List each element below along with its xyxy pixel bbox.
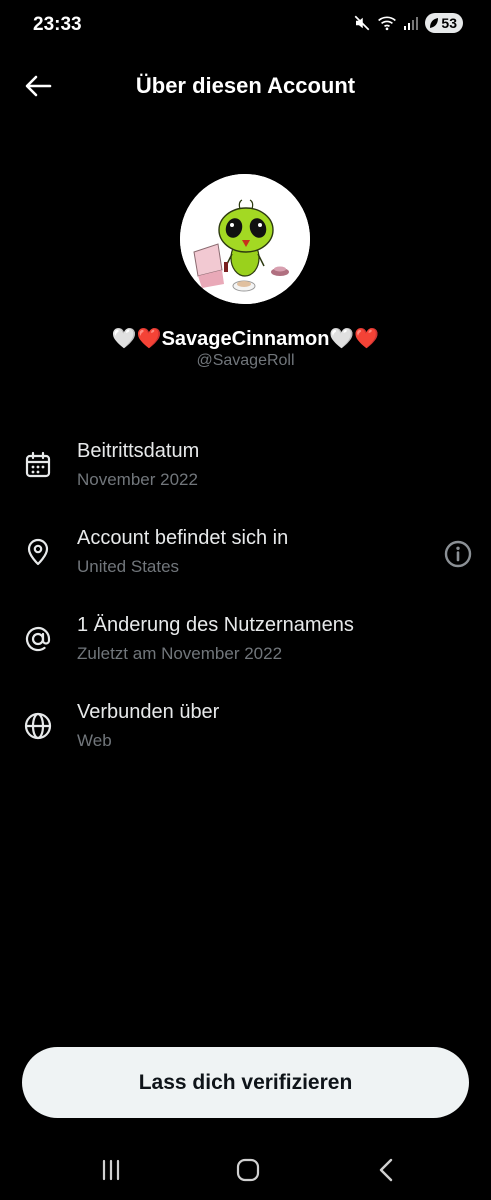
username-changes-title: 1 Änderung des Nutzernamens [77,614,354,636]
mute-icon [355,15,370,31]
signal-icon [404,17,419,30]
join-date-value: November 2022 [77,470,198,489]
alien-avatar-image [180,174,310,304]
battery-indicator: 53 [425,13,463,33]
display-name: 🤍❤️SavageCinnamon🤍❤️ [111,328,380,350]
wifi-icon [378,16,397,31]
username-changes-row: 1 Änderung des Nutzernamens Zuletzt am N… [0,614,491,678]
home-icon[interactable] [233,1156,263,1184]
globe-icon [24,712,52,740]
avatar[interactable] [180,174,310,304]
username-changes-value: Zuletzt am November 2022 [77,644,283,663]
status-icons: 53 [353,13,463,33]
top-app-bar: Über diesen Account [0,60,491,112]
join-date-title: Beitrittsdatum [77,440,200,462]
nav-back-icon[interactable] [372,1156,402,1184]
recent-apps-icon[interactable] [96,1156,126,1184]
connected-via-row: Verbunden über Web [0,701,491,765]
location-pin-icon [27,538,49,566]
page-title: Über diesen Account [135,73,356,98]
status-bar: 23:33 53 [0,0,491,52]
username-handle: @SavageRoll [196,352,295,369]
system-nav-bar [0,1140,491,1200]
battery-level: 53 [441,15,457,31]
battery-leaf-icon [430,18,439,28]
join-date-row: Beitrittsdatum November 2022 [0,440,491,504]
location-value: United States [77,557,180,576]
calendar-icon [25,451,51,478]
connected-via-title: Verbunden über [77,701,220,723]
connected-via-value: Web [77,731,112,750]
status-time: 23:33 [33,14,82,35]
location-title: Account befindet sich in [77,527,289,549]
at-sign-icon [25,626,51,652]
info-icon[interactable] [443,539,473,569]
get-verified-button[interactable]: Lass dich verifizieren [22,1047,469,1118]
location-row: Account befindet sich in United States [0,527,491,591]
